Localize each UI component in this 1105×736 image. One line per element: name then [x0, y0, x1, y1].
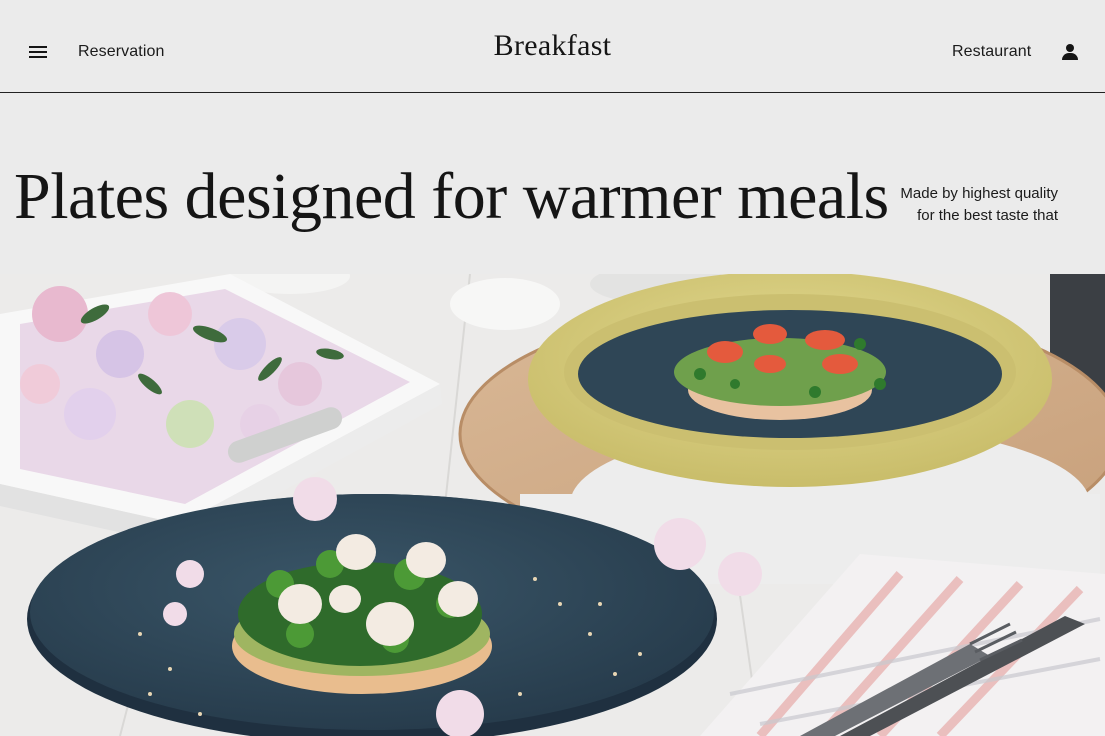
site-logo[interactable]: Breakfast: [0, 29, 1105, 63]
hero-subtitle-line-1: Made by highest quality: [900, 185, 1058, 202]
page: Reservation Breakfast Restaurant Plates …: [0, 0, 1105, 736]
hero-photo: [0, 274, 1105, 736]
hero-subtitle: Made by highest quality for the best tas…: [798, 183, 1058, 227]
person-icon[interactable]: [1060, 43, 1080, 63]
hero-subtitle-line-2: for the best taste that: [917, 207, 1058, 224]
breakfast-plates-illustration: [0, 274, 1105, 736]
hero-title: Plates designed for warmer meals: [14, 160, 889, 233]
site-header: Reservation Breakfast Restaurant: [0, 0, 1105, 93]
nav-restaurant-link[interactable]: Restaurant: [952, 43, 1031, 61]
